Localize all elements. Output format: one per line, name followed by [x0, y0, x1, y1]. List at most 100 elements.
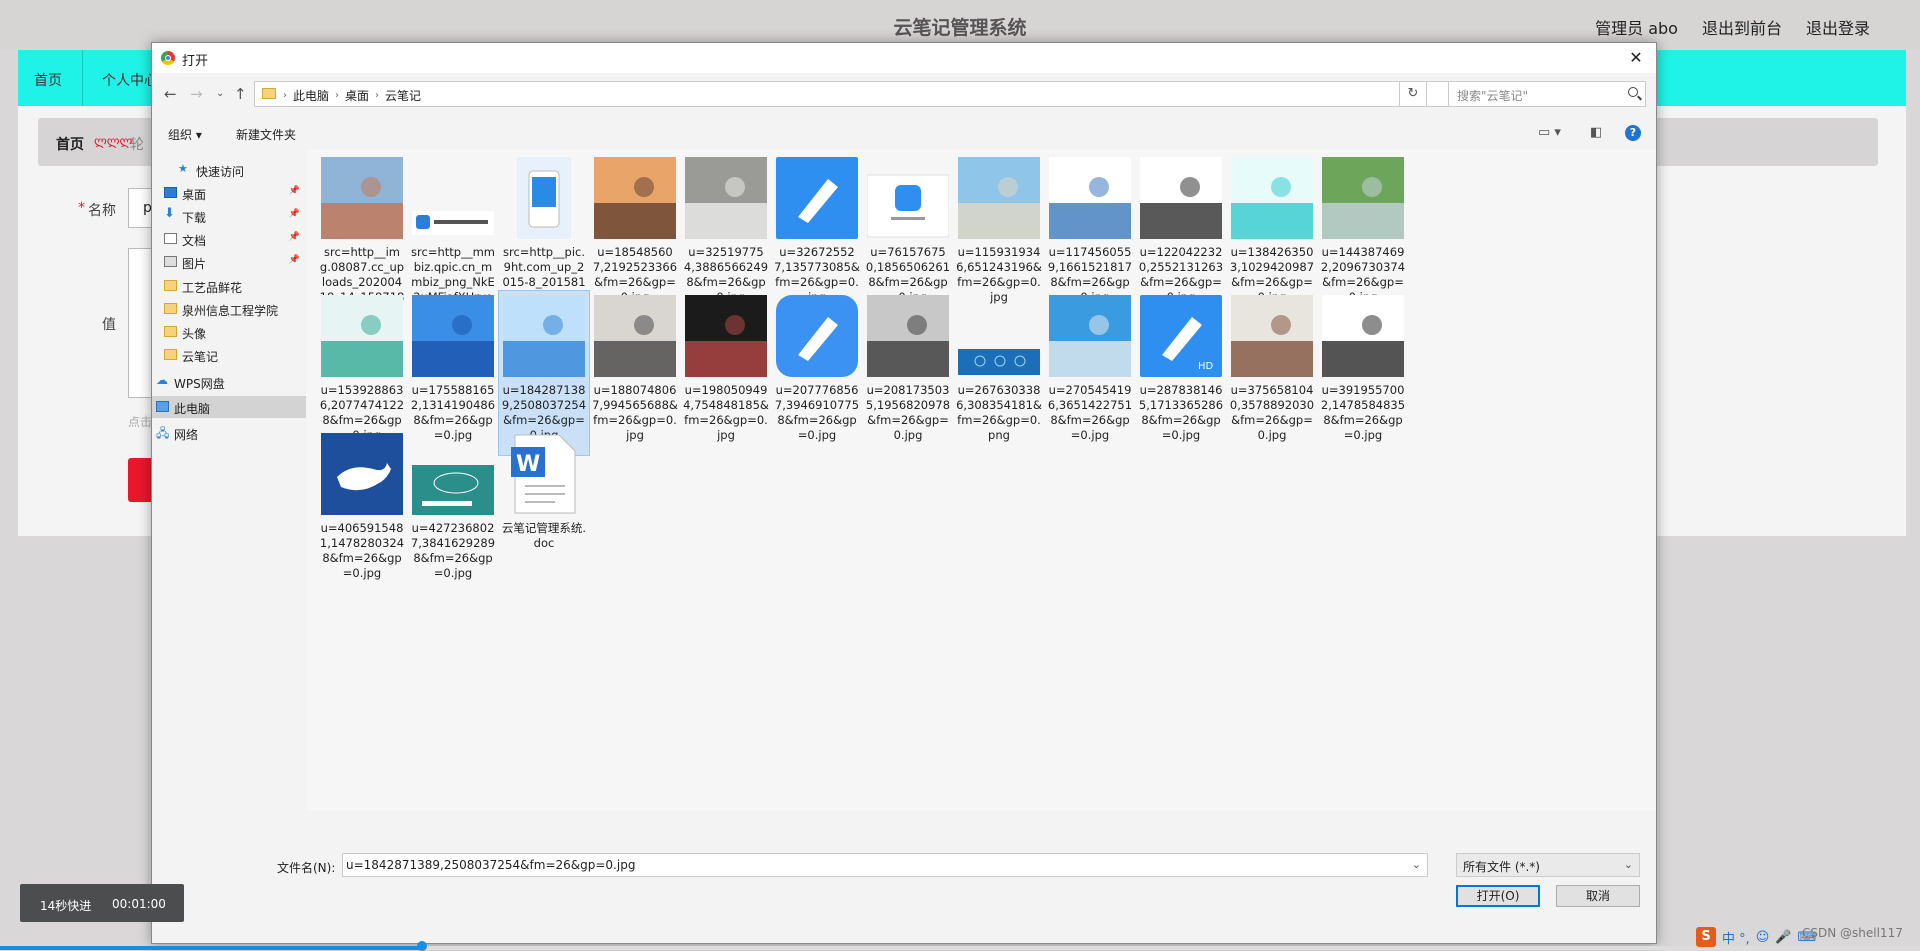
filetype-value: 所有文件 (*.*)	[1463, 860, 1540, 874]
forward-arrow-icon[interactable]: →	[190, 85, 203, 103]
nav-item[interactable]: 桌面 📌	[152, 182, 306, 204]
cancel-button[interactable]: 取消	[1556, 885, 1640, 907]
file-item[interactable]: u=2705454196,36514227518&fm=26&gp=0.jpg	[1045, 291, 1135, 455]
dialog-footer: 文件名(N): u=1842871389,2508037254&fm=26&gp…	[152, 811, 1656, 943]
search-placeholder: 搜索"云笔记"	[1457, 89, 1529, 103]
nav-item[interactable]: 图片 📌	[152, 251, 306, 273]
svg-text:HD: HD	[1198, 361, 1214, 372]
mic-icon[interactable]: 🎤	[1775, 930, 1791, 945]
breadcrumb-current: 轮	[130, 137, 144, 153]
file-name: u=3756581040,3578892030&fm=26&gp=0.jpg	[1229, 383, 1315, 442]
chevron-right-icon: ›	[335, 90, 340, 101]
video-overlay: 14秒快进 00:01:00	[20, 884, 184, 922]
folder-icon	[164, 326, 177, 337]
ime-mode[interactable]: 中 °,	[1722, 928, 1750, 947]
nav-item[interactable]: 头像	[152, 321, 306, 343]
help-icon[interactable]: ?	[1625, 125, 1641, 141]
address-bar[interactable]: › 此电脑 › 桌面 › 云笔记 ⌄	[254, 81, 1544, 107]
nav-item[interactable]: ⬇ 下载 📌	[152, 205, 306, 227]
file-item[interactable]: u=2676303386,308354181&fm=26&gp=0.png	[954, 291, 1044, 455]
nav-home[interactable]: 首页	[34, 70, 62, 90]
file-item[interactable]: u=4272368027,38416292898&fm=26&gp=0.jpg	[408, 429, 498, 593]
image-thumbnail	[1140, 157, 1222, 243]
file-item[interactable]: u=2077768567,39469107758&fm=26&gp=0.jpg	[772, 291, 862, 455]
image-thumbnail	[685, 157, 767, 243]
pin-icon: 📌	[288, 209, 300, 219]
image-thumbnail	[1322, 295, 1404, 381]
filename-value: u=1842871389,2508037254&fm=26&gp=0.jpg	[346, 858, 636, 872]
path-yunbiji[interactable]: 云笔记	[385, 87, 421, 104]
back-arrow-icon[interactable]: ←	[164, 85, 177, 103]
video-speed[interactable]: 14秒快进	[40, 897, 91, 914]
chevron-down-icon[interactable]: ⌄	[1412, 858, 1421, 871]
file-name: u=4065915481,14782803248&fm=26&gp=0.jpg	[319, 521, 405, 580]
preview-pane-icon[interactable]: ◧	[1590, 125, 1602, 140]
nav-item-label: 图片	[182, 257, 207, 271]
header-links: 管理员 abo 退出到前台 退出登录	[1595, 15, 1870, 39]
path-desktop[interactable]: 桌面	[345, 87, 369, 104]
emoji-icon[interactable]: ☺	[1756, 930, 1770, 945]
pin-icon: 📌	[288, 186, 300, 196]
up-arrow-icon[interactable]: ↑	[234, 85, 247, 103]
image-thumbnail	[776, 295, 858, 381]
breadcrumb-home[interactable]: 首页	[56, 134, 84, 154]
file-name: 云笔记管理系统.doc	[501, 521, 587, 550]
view-options-icon[interactable]: ▭ ▾	[1538, 125, 1561, 140]
file-item[interactable]: u=4065915481,14782803248&fm=26&gp=0.jpg	[317, 429, 407, 593]
folder-icon	[262, 88, 276, 99]
nav-item[interactable]: ★ 快速访问	[152, 159, 306, 181]
nav-divider	[82, 50, 83, 106]
chevron-down-icon: ⌄	[1623, 858, 1633, 871]
nav-item-label: 云笔记	[182, 350, 219, 364]
image-thumbnail	[594, 295, 676, 381]
recent-locations-icon[interactable]: ⌄	[216, 88, 224, 99]
organize-button[interactable]: 组织 ▾	[168, 126, 202, 143]
command-bar: 组织 ▾ 新建文件夹 ▭ ▾ ◧ ?	[152, 117, 1656, 150]
file-item[interactable]: u=1980509494,754848185&fm=26&gp=0.jpg	[681, 291, 771, 455]
file-name: u=2081735035,1956820978&fm=26&gp=0.jpg	[865, 383, 951, 442]
image-thumbnail	[321, 157, 403, 243]
nav-item-label: 桌面	[182, 188, 207, 202]
nav-item[interactable]: ☁ WPS网盘	[152, 371, 306, 393]
search-input[interactable]: 搜索"云笔记"	[1448, 81, 1646, 107]
exit-to-frontend-link[interactable]: 退出到前台	[1702, 15, 1782, 39]
file-item[interactable]: u=1880748067,994565688&fm=26&gp=0.jpg	[590, 291, 680, 455]
image-thumbnail	[958, 295, 1040, 381]
nav-item[interactable]: 云笔记	[152, 344, 306, 366]
nav-personal-center[interactable]: 个人中心	[102, 70, 158, 90]
image-thumbnail	[321, 295, 403, 381]
nav-item[interactable]: 工艺品鲜花	[152, 275, 306, 297]
pin-icon: 📌	[288, 232, 300, 242]
image-thumbnail	[412, 295, 494, 381]
filetype-select[interactable]: 所有文件 (*.*) ⌄	[1456, 853, 1640, 877]
nav-item[interactable]: 🖧 网络	[152, 422, 306, 444]
image-thumbnail	[503, 295, 585, 381]
upload-hint: 点击	[128, 415, 153, 429]
nav-item[interactable]: 文档 📌	[152, 228, 306, 250]
logout-link[interactable]: 退出登录	[1806, 15, 1870, 39]
file-name: u=2077768567,39469107758&fm=26&gp=0.jpg	[774, 383, 860, 442]
close-button[interactable]: ✕	[1622, 45, 1650, 71]
name-label: 名称	[88, 203, 116, 219]
filename-input[interactable]: u=1842871389,2508037254&fm=26&gp=0.jpg ⌄	[342, 853, 1428, 877]
file-name: u=4272368027,38416292898&fm=26&gp=0.jpg	[410, 521, 496, 580]
file-item[interactable]: HD u=2878381465,17133652868&fm=26&gp=0.jp…	[1136, 291, 1226, 455]
file-item[interactable]: u=3756581040,3578892030&fm=26&gp=0.jpg	[1227, 291, 1317, 455]
nav-item[interactable]: 泉州信息工程学院	[152, 298, 306, 320]
image-thumbnail	[412, 433, 494, 519]
nav-item[interactable]: 此电脑	[152, 396, 306, 418]
new-folder-button[interactable]: 新建文件夹	[236, 126, 296, 143]
folder-icon	[164, 280, 177, 291]
chrome-icon	[161, 51, 175, 65]
sogou-logo-icon[interactable]: S	[1696, 927, 1716, 947]
watermark: CSDN @shell117	[1802, 926, 1903, 940]
path-this-pc[interactable]: 此电脑	[293, 87, 329, 104]
file-item[interactable]: W 云笔记管理系统.doc	[499, 429, 589, 593]
nav-item-label: 快速访问	[196, 165, 245, 179]
folder-icon	[164, 349, 177, 360]
file-item[interactable]: u=2081735035,1956820978&fm=26&gp=0.jpg	[863, 291, 953, 455]
refresh-icon[interactable]: ↻	[1399, 81, 1427, 107]
open-button[interactable]: 打开(O)	[1456, 885, 1540, 907]
admin-user-link[interactable]: 管理员 abo	[1595, 15, 1678, 39]
file-item[interactable]: u=3919557002,14785848358&fm=26&gp=0.jpg	[1318, 291, 1408, 455]
